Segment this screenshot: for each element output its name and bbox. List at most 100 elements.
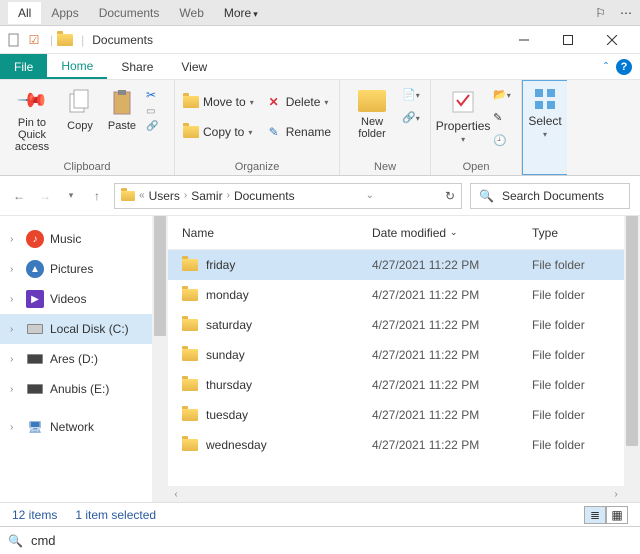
cut-icon[interactable]: ✂ (146, 88, 166, 102)
folder-icon (182, 439, 198, 451)
copy-path-icon[interactable]: ▭ (146, 106, 166, 117)
column-type[interactable]: Type (532, 226, 624, 240)
check-small-icon[interactable]: ☑ (26, 32, 42, 48)
column-name[interactable]: Name (182, 226, 372, 240)
file-row[interactable]: tuesday4/27/2021 11:22 PMFile folder (168, 400, 624, 430)
pictures-icon: ▲ (26, 260, 44, 278)
tree-item-network[interactable]: ›🖥Network (0, 412, 152, 442)
tree-item-ares[interactable]: ›Ares (D:) (0, 344, 152, 374)
file-type: File folder (532, 378, 624, 392)
collapse-ribbon-icon[interactable]: ˆ (604, 54, 608, 79)
folder-icon (182, 409, 198, 421)
maximize-button[interactable] (546, 26, 590, 54)
chevron-right-icon[interactable]: « (139, 190, 145, 201)
tab-documents[interactable]: Documents (89, 2, 170, 24)
ribbon-tab-view[interactable]: View (167, 54, 221, 79)
search-input[interactable] (31, 533, 632, 548)
chevron-down-icon[interactable]: ⌄ (366, 190, 374, 201)
breadcrumb-users[interactable]: Users (149, 189, 180, 203)
column-date[interactable]: Date modified⌄ (372, 226, 532, 240)
new-folder-button[interactable]: New folder (348, 84, 396, 140)
ribbon-tab-home[interactable]: Home (47, 54, 107, 79)
file-type: File folder (532, 348, 624, 362)
details-view-button[interactable]: ≣ (584, 506, 606, 524)
content-area: ›♪Music ›▲Pictures ›▶Videos ›Local Disk … (0, 216, 640, 502)
rename-icon: ✎ (266, 124, 282, 140)
recent-locations-button[interactable]: ▾ (62, 190, 80, 201)
delete-button[interactable]: ✕Delete▾ (266, 94, 331, 110)
group-organize-label: Organize (183, 159, 331, 173)
new-item-icon[interactable]: 📄▾ (402, 88, 422, 101)
paste-shortcut-icon[interactable]: 🔗 (146, 121, 166, 132)
feedback-icon[interactable]: ⚐ (595, 6, 606, 20)
file-row[interactable]: saturday4/27/2021 11:22 PMFile folder (168, 310, 624, 340)
paste-button[interactable]: Paste (104, 84, 140, 132)
pin-quick-access-button[interactable]: 📌 Pin to Quick access (8, 84, 56, 153)
ribbon-tab-file[interactable]: File (0, 54, 47, 79)
copy-to-button[interactable]: Copy to▾ (183, 124, 254, 140)
easy-access-icon[interactable]: 🔗▾ (402, 111, 422, 124)
back-button[interactable]: ← (10, 189, 28, 203)
more-options-icon[interactable]: ⋯ (620, 6, 632, 20)
file-row[interactable]: friday4/27/2021 11:22 PMFile folder (168, 250, 624, 280)
file-name: tuesday (206, 408, 248, 422)
forward-button[interactable]: → (36, 189, 54, 203)
file-row[interactable]: thursday4/27/2021 11:22 PMFile folder (168, 370, 624, 400)
sort-indicator-icon: ⌄ (450, 227, 458, 238)
tree-item-local-disk[interactable]: ›Local Disk (C:) (0, 314, 152, 344)
edit-icon[interactable]: ✎ (493, 111, 513, 124)
tree-item-pictures[interactable]: ›▲Pictures (0, 254, 152, 284)
tree-item-anubis[interactable]: ›Anubis (E:) (0, 374, 152, 404)
ribbon-tab-share[interactable]: Share (107, 54, 167, 79)
tree-scrollbar[interactable] (152, 216, 168, 502)
file-date: 4/27/2021 11:22 PM (372, 288, 532, 302)
tab-all[interactable]: All (8, 2, 41, 24)
item-count: 12 items (12, 508, 57, 522)
pin-icon: 📌 (14, 83, 49, 118)
properties-button[interactable]: Properties ▾ (439, 84, 487, 145)
new-folder-icon (358, 90, 386, 112)
group-open-label: Open (439, 159, 513, 173)
history-icon[interactable]: 🕘 (493, 134, 513, 147)
address-bar[interactable]: « Users › Samir › Documents ⌄ ↻ (114, 183, 462, 209)
title-bar: ☑ | | Documents (0, 26, 640, 54)
open-icon[interactable]: 📂▾ (493, 88, 513, 101)
search-tabs-bar: All Apps Documents Web More▾ ⚐ ⋯ (0, 0, 640, 26)
file-row[interactable]: monday4/27/2021 11:22 PMFile folder (168, 280, 624, 310)
horizontal-scrollbar[interactable]: ‹› (168, 486, 624, 502)
tree-item-music[interactable]: ›♪Music (0, 224, 152, 254)
file-date: 4/27/2021 11:22 PM (372, 348, 532, 362)
chevron-right-icon[interactable]: › (227, 190, 230, 201)
tab-more[interactable]: More▾ (214, 2, 268, 24)
file-name: monday (206, 288, 249, 302)
properties-icon (449, 88, 477, 116)
move-to-icon (183, 94, 199, 110)
file-row[interactable]: sunday4/27/2021 11:22 PMFile folder (168, 340, 624, 370)
select-button[interactable]: Select▾ (525, 83, 565, 140)
tab-apps[interactable]: Apps (41, 2, 88, 24)
chevron-right-icon[interactable]: › (184, 190, 187, 201)
tree-item-videos[interactable]: ›▶Videos (0, 284, 152, 314)
close-button[interactable] (590, 26, 634, 54)
file-date: 4/27/2021 11:22 PM (372, 258, 532, 272)
breadcrumb-samir[interactable]: Samir (191, 189, 222, 203)
breadcrumb-documents[interactable]: Documents (234, 189, 295, 203)
ribbon-tabs: File Home Share View ˆ ? (0, 54, 640, 80)
select-icon (533, 87, 557, 111)
search-icon: 🔍 (479, 189, 494, 203)
files-scrollbar[interactable] (624, 216, 640, 502)
rename-button[interactable]: ✎Rename (266, 124, 331, 140)
tab-web[interactable]: Web (169, 2, 213, 24)
file-list: Name Date modified⌄ Type friday4/27/2021… (168, 216, 624, 502)
help-icon[interactable]: ? (616, 59, 632, 75)
copy-button[interactable]: Copy (62, 84, 98, 132)
file-row[interactable]: wednesday4/27/2021 11:22 PMFile folder (168, 430, 624, 460)
move-to-button[interactable]: Move to▾ (183, 94, 254, 110)
up-button[interactable]: ↑ (88, 189, 106, 203)
minimize-button[interactable] (502, 26, 546, 54)
folder-icon (182, 379, 198, 391)
thumbnails-view-button[interactable]: ▦ (606, 506, 628, 524)
file-small-icon[interactable] (6, 32, 22, 48)
search-box[interactable]: 🔍 Search Documents (470, 183, 630, 209)
refresh-button[interactable]: ↻ (445, 189, 455, 203)
